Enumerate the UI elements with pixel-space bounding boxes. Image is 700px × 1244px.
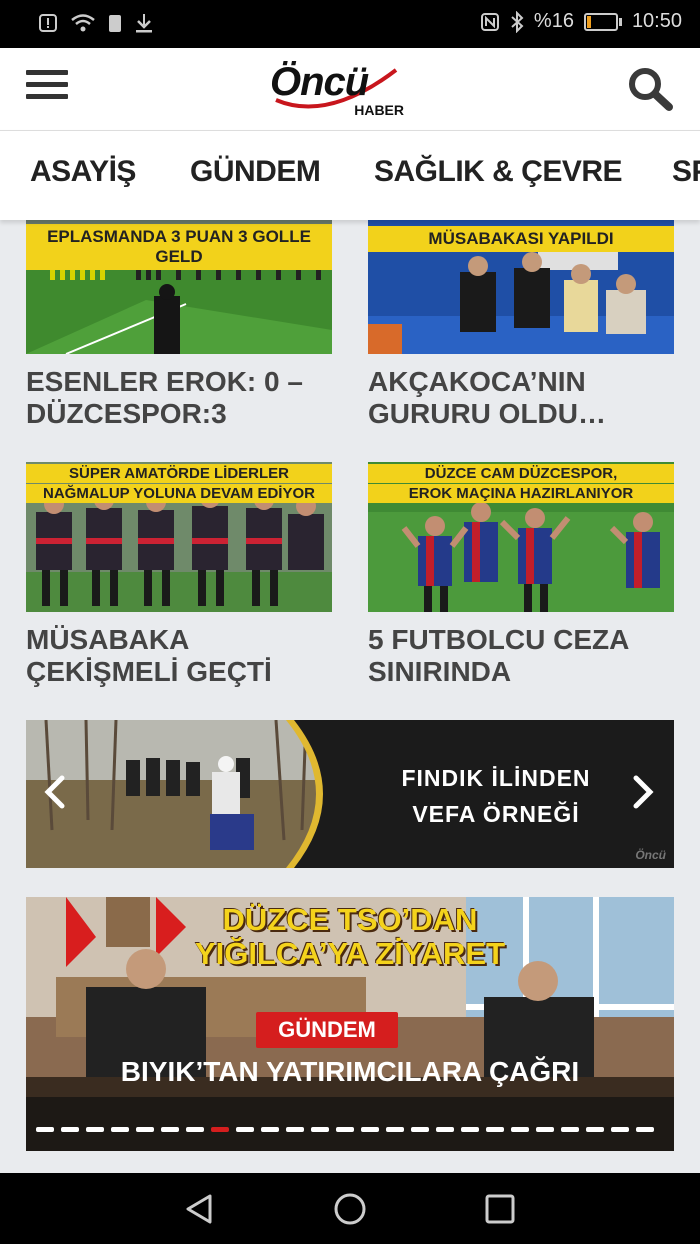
slider-pagination [36,1127,654,1132]
news-image: SÜPER AMATÖRDE LİDERLER NAĞMALUP YOLUNA … [26,462,332,612]
menu-icon [26,70,68,99]
pagination-dot[interactable] [511,1127,529,1132]
home-icon[interactable] [332,1191,368,1227]
news-title[interactable]: 5 FUTBOLCU CEZA SINIRINDA [368,624,698,688]
back-icon[interactable] [182,1191,218,1227]
news-image: MÜSABAKASI YAPILDI [368,220,674,354]
pagination-dot[interactable] [436,1127,454,1132]
slider-next-icon[interactable] [626,772,658,812]
battery-percent: %16 [533,10,574,32]
watermark: Öncü [635,848,666,862]
pagination-dot[interactable] [311,1127,329,1132]
pagination-dot[interactable] [236,1127,254,1132]
pagination-dot[interactable] [486,1127,504,1132]
download-icon [136,14,152,33]
featured-headline: DÜZCE TSO’DAN YIĞILCA’YA ZİYARET [194,902,506,971]
tab-saglik-cevre[interactable]: SAĞLIK & ÇEVRE [374,155,623,189]
alert-icon [39,14,57,32]
category-tabs: ASAYİŞ GÜNDEM SAĞLIK & ÇEVRE SPOR [0,130,700,220]
wifi-icon [71,14,95,32]
promo-slider[interactable]: FINDIK İLİNDEN VEFA ÖRNEĞİ Öncü [26,720,674,868]
status-bar: %16 10:50 [0,0,700,48]
tab-spor[interactable]: SPOR [672,155,700,189]
pagination-dot[interactable] [536,1127,554,1132]
pagination-dot[interactable] [286,1127,304,1132]
news-title[interactable]: AKÇAKOCA’NIN GURURU OLDU… [368,366,698,430]
pagination-dot[interactable] [561,1127,579,1132]
pagination-dot[interactable] [386,1127,404,1132]
app-header: Öncü HABER [0,48,700,130]
recents-icon[interactable] [482,1191,518,1227]
clock: 10:50 [631,10,682,32]
pagination-dot[interactable] [136,1127,154,1132]
pagination-dot[interactable] [611,1127,629,1132]
search-button[interactable] [626,66,674,112]
pagination-dot[interactable] [261,1127,279,1132]
pagination-dot[interactable] [111,1127,129,1132]
tab-asayis[interactable]: ASAYİŞ [30,155,136,189]
pagination-dot[interactable] [161,1127,179,1132]
pagination-dot[interactable] [586,1127,604,1132]
bluetooth-icon [511,10,524,33]
pagination-dot[interactable] [361,1127,379,1132]
pagination-dot[interactable] [636,1127,654,1132]
category-badge[interactable]: GÜNDEM [256,1012,398,1048]
slider-prev-icon[interactable] [40,772,72,812]
system-nav-bar [0,1173,700,1244]
pagination-dot[interactable] [86,1127,104,1132]
news-image: EPLASMANDA 3 PUAN 3 GOLLE GELD [26,220,332,354]
nfc-icon [480,12,499,31]
tab-gundem[interactable]: GÜNDEM [190,155,321,189]
news-image: DÜZCE CAM DÜZCESPOR, EROK MAÇINA HAZIRLA… [368,462,674,612]
search-icon [629,68,673,111]
news-title[interactable]: MÜSABAKA ÇEKİŞMELİ GEÇTİ [26,624,356,688]
sim-icon [109,15,121,32]
pagination-dot[interactable] [186,1127,204,1132]
pagination-dot[interactable] [211,1127,229,1132]
pagination-dot[interactable] [336,1127,354,1132]
pagination-dot[interactable] [461,1127,479,1132]
news-title[interactable]: ESENLER EROK: 0 – DÜZCESPOR:3 [26,366,356,430]
menu-button[interactable] [26,70,68,102]
featured-title[interactable]: BIYIK’TAN YATIRIMCILARA ÇAĞRI [26,1056,674,1088]
battery-icon [583,12,622,31]
pagination-dot[interactable] [61,1127,79,1132]
slider-caption: FINDIK İLİNDEN VEFA ÖRNEĞİ [401,765,591,827]
slider-image [26,720,336,868]
pagination-dot[interactable] [36,1127,54,1132]
site-logo[interactable]: Öncü HABER [268,58,408,120]
pagination-dot[interactable] [411,1127,429,1132]
